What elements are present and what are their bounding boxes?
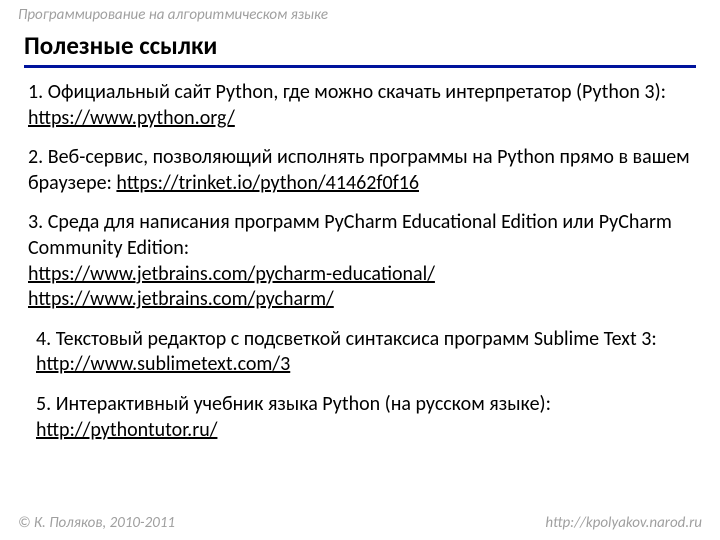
list-item: 4. Текстовый редактор с подсветкой синта… [36, 327, 692, 378]
link[interactable]: https://trinket.io/python/41462f0f16 [116, 171, 419, 195]
item-number: 5. [36, 392, 56, 416]
link[interactable]: https://www.jetbrains.com/pycharm/ [28, 287, 334, 311]
link[interactable]: https://www.python.org/ [28, 106, 235, 130]
item-text: Официальный сайт Python, где можно скача… [48, 80, 666, 104]
item-text: Среда для написания программ PyCharm Edu… [28, 210, 672, 260]
footer-copyright: © К. Поляков, 2010-2011 [18, 514, 175, 532]
page-title: Полезные ссылки [24, 30, 696, 68]
content: 1. Официальный сайт Python, где можно ск… [28, 80, 692, 457]
item-number: 4. [36, 327, 56, 351]
slide: Программирование на алгоритмическом язык… [0, 0, 720, 540]
link[interactable]: http://www.sublimetext.com/3 [36, 352, 290, 376]
item-number: 1. [28, 80, 48, 104]
item-number: 3. [28, 210, 48, 234]
item-text: Текстовый редактор с подсветкой синтакси… [56, 327, 657, 351]
list-item: 1. Официальный сайт Python, где можно ск… [28, 80, 692, 131]
item-text: Интерактивный учебник языка Python (на р… [56, 392, 551, 416]
list-item: 5. Интерактивный учебник языка Python (н… [36, 392, 692, 443]
link[interactable]: https://www.jetbrains.com/pycharm-educat… [28, 262, 435, 286]
list-item: 3. Среда для написания программ PyCharm … [28, 210, 692, 312]
footer-url: http://kpolyakov.narod.ru [545, 514, 702, 532]
list-item: 2. Веб-сервис, позволяющий исполнять про… [28, 145, 692, 196]
item-number: 2. [28, 145, 48, 169]
pretitle: Программирование на алгоритмическом язык… [18, 6, 328, 24]
link[interactable]: http://pythontutor.ru/ [36, 418, 217, 442]
